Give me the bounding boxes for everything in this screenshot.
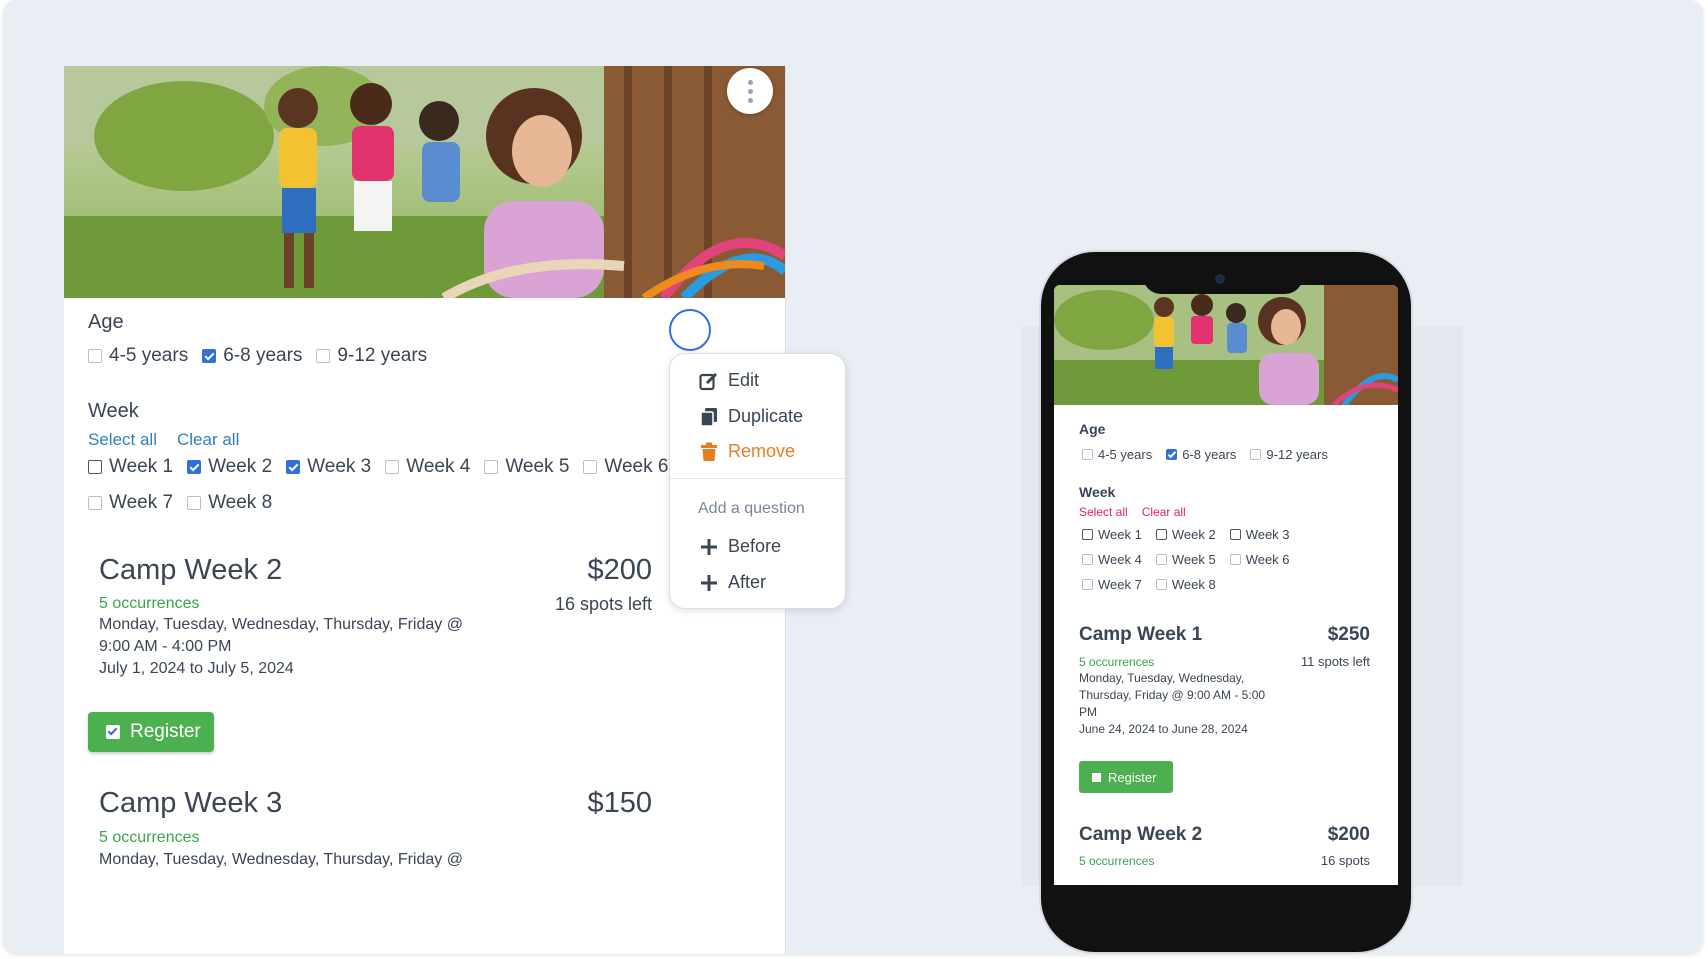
camp-schedule: Monday, Tuesday, Wednesday, Thursday, Fr… (99, 851, 463, 868)
mobile-week-row-1: Week 1 Week 2 Week 3 (1082, 527, 1304, 542)
mobile-occurrences: 5 occurrences (1079, 655, 1155, 669)
camp-price: $150 (587, 787, 652, 819)
week-option-1[interactable]: Week 1 (88, 456, 173, 478)
mobile-select-all-link[interactable]: Select all (1079, 505, 1128, 519)
age-label: Age (88, 311, 124, 333)
week-options-row-1: Week 1 Week 2 Week 3 Week 4 Week 5 Week … (88, 456, 682, 478)
week-option-7[interactable]: Week 7 (88, 492, 173, 514)
camera-icon (1215, 274, 1225, 284)
mobile-week-option-2[interactable]: Week 2 (1155, 527, 1216, 542)
week-label: Week (88, 400, 139, 422)
plus-icon (698, 538, 720, 555)
age-options: 4-5 years 6-8 years 9-12 years (88, 345, 441, 367)
mobile-age-label: Age (1079, 421, 1106, 437)
mobile-camp-schedule: Monday, Tuesday, Wednesday, Thursday, Fr… (1079, 671, 1266, 736)
spots-left: 16 spots left (554, 594, 652, 614)
app-frame: Age 4-5 years 6-8 years 9-12 years Week … (3, 0, 1703, 954)
question-options-toggle[interactable] (669, 309, 711, 351)
plus-icon (698, 574, 720, 591)
menu-duplicate[interactable]: Duplicate (698, 406, 803, 427)
mobile-occurrences: 5 occurrences (1079, 854, 1155, 868)
mobile-camp-price: $250 (1327, 624, 1370, 645)
mobile-week-option-3[interactable]: Week 3 (1229, 527, 1290, 542)
mobile-clear-all-link[interactable]: Clear all (1142, 505, 1186, 519)
mobile-week-option-5[interactable]: Week 5 (1155, 552, 1216, 567)
question-context-menu: Edit Duplicate Remove Add a question Bef… (669, 353, 846, 609)
select-all-link[interactable]: Select all (88, 430, 157, 450)
mobile-register-button[interactable]: Register (1079, 761, 1173, 793)
mobile-age-option-6-8[interactable]: 6-8 years (1166, 447, 1236, 462)
week-option-2[interactable]: Week 2 (187, 456, 272, 478)
mobile-hero-image (1054, 285, 1398, 405)
kids-playing-photo (64, 66, 785, 298)
menu-add-before[interactable]: Before (698, 536, 781, 557)
trash-icon (698, 442, 720, 462)
mobile-week-option-8[interactable]: Week 8 (1155, 577, 1216, 592)
mobile-week-label: Week (1079, 484, 1116, 500)
week-option-4[interactable]: Week 4 (385, 456, 470, 478)
card-options-button[interactable] (727, 68, 773, 114)
occurrences-count: 5 occurrences (99, 829, 200, 846)
mobile-camp-price: $200 (1327, 824, 1370, 845)
week-option-8[interactable]: Week 8 (187, 492, 272, 514)
mobile-camp-title: Camp Week 1 (1079, 624, 1203, 645)
age-option-4-5[interactable]: 4-5 years (88, 345, 188, 367)
mobile-screen: Age 4-5 years 6-8 years 9-12 years Week … (1054, 285, 1398, 885)
menu-divider (670, 478, 845, 479)
mobile-week-links: Select all Clear all (1079, 505, 1200, 519)
mobile-camp-title: Camp Week 2 (1079, 824, 1203, 845)
week-option-5[interactable]: Week 5 (484, 456, 569, 478)
register-checkbox-icon (1092, 772, 1101, 782)
phone-notch (1143, 268, 1303, 294)
mobile-week-option-1[interactable]: Week 1 (1082, 527, 1142, 542)
duplicate-icon (698, 407, 720, 427)
camp-schedule: Monday, Tuesday, Wednesday, Thursday, Fr… (99, 616, 463, 677)
clear-all-link[interactable]: Clear all (177, 430, 239, 450)
week-select-links: Select all Clear all (88, 430, 259, 450)
menu-remove[interactable]: Remove (698, 441, 795, 462)
mobile-preview-phone: Age 4-5 years 6-8 years 9-12 years Week … (1041, 252, 1411, 952)
menu-add-after[interactable]: After (698, 572, 766, 593)
mobile-week-option-4[interactable]: Week 4 (1082, 552, 1142, 567)
mobile-week-option-7[interactable]: Week 7 (1082, 577, 1142, 592)
more-vertical-icon (747, 78, 753, 105)
week-option-3[interactable]: Week 3 (286, 456, 371, 478)
age-option-9-12[interactable]: 9-12 years (316, 345, 427, 367)
hero-image (64, 66, 785, 298)
age-option-6-8[interactable]: 6-8 years (202, 345, 302, 367)
mobile-spots-left: 16 spots (1320, 853, 1370, 868)
week-option-6[interactable]: Week 6 (583, 456, 668, 478)
week-options-row-2: Week 7 Week 8 (88, 492, 286, 514)
mobile-age-option-4-5[interactable]: 4-5 years (1082, 447, 1152, 462)
menu-edit[interactable]: Edit (698, 370, 759, 391)
camp-title: Camp Week 2 (99, 554, 283, 586)
mobile-age-option-9-12[interactable]: 9-12 years (1250, 447, 1328, 462)
mobile-week-row-2: Week 4 Week 5 Week 6 (1082, 552, 1304, 567)
camp-title: Camp Week 3 (99, 787, 283, 819)
mobile-spots-left: 11 spots left (1300, 654, 1370, 669)
register-button[interactable]: Register (88, 712, 214, 752)
edit-icon (698, 371, 720, 391)
mobile-week-row-3: Week 7 Week 8 (1082, 577, 1230, 592)
mobile-age-options: 4-5 years 6-8 years 9-12 years (1082, 447, 1342, 462)
occurrences-count: 5 occurrences (99, 595, 200, 612)
register-checkbox-icon (106, 725, 120, 739)
camp-price: $200 (587, 554, 652, 586)
mobile-week-option-6[interactable]: Week 6 (1229, 552, 1290, 567)
add-question-heading: Add a question (698, 500, 805, 517)
kids-playing-photo (1054, 285, 1398, 405)
